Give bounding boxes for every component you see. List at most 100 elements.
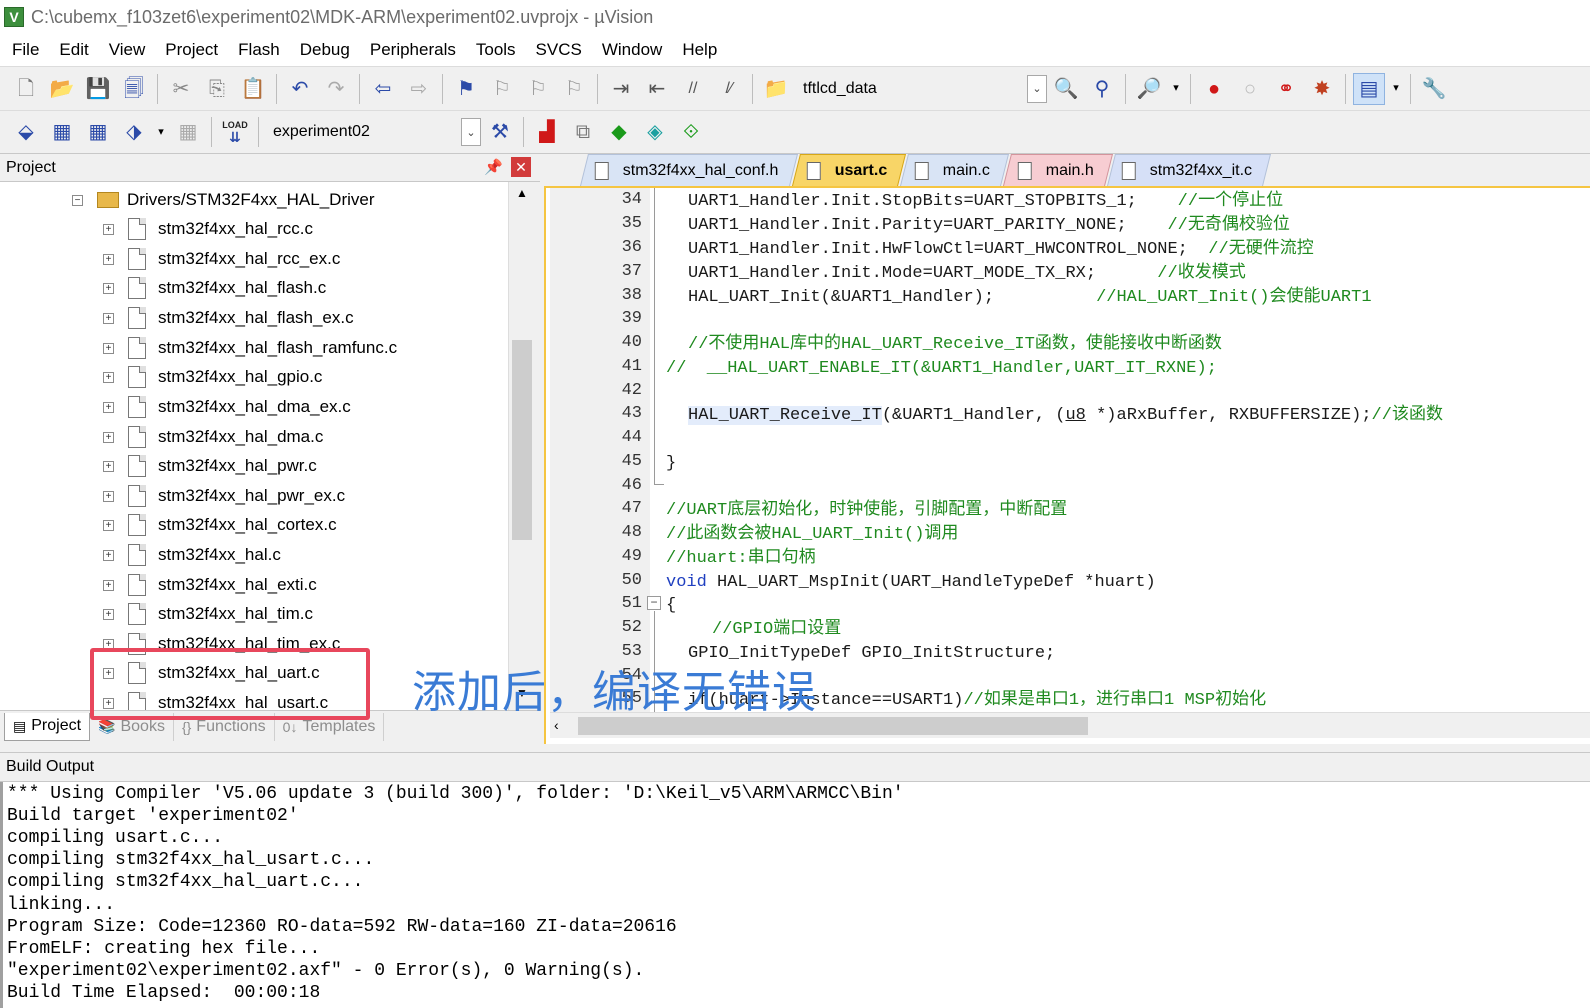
nav-back-icon[interactable]: ⇦ xyxy=(367,73,399,105)
tree-file[interactable]: + stm32f4xx_hal_pwr_ex.c xyxy=(103,481,345,511)
tree-file[interactable]: + stm32f4xx_hal_exti.c xyxy=(103,570,317,600)
find-in-files-icon[interactable]: 📁 xyxy=(760,73,792,105)
tree-file[interactable]: + stm32f4xx_hal_gpio.c xyxy=(103,362,322,392)
expand-icon[interactable]: + xyxy=(103,282,114,294)
code-editor[interactable]: 34 35 36 37 38 39 40 41 42 43 44 45 46 4… xyxy=(544,188,1590,744)
menu-project[interactable]: Project xyxy=(155,34,228,66)
next-bookmark-icon[interactable]: ⚐ xyxy=(522,73,554,105)
tree-file[interactable]: + stm32f4xx_hal_cortex.c xyxy=(103,510,337,540)
menu-file[interactable]: File xyxy=(2,34,49,66)
prev-bookmark-icon[interactable]: ⚐ xyxy=(486,73,518,105)
bookmark-icon[interactable]: ⚑ xyxy=(450,73,482,105)
menu-edit[interactable]: Edit xyxy=(49,34,98,66)
menu-help[interactable]: Help xyxy=(672,34,727,66)
collapse-icon[interactable]: − xyxy=(72,194,83,206)
wrench-icon[interactable]: 🔧 xyxy=(1418,73,1450,105)
menu-view[interactable]: View xyxy=(99,34,156,66)
batch-build-icon[interactable]: ⬗ xyxy=(118,116,150,148)
tab-stm32f4xx-it-c[interactable]: stm32f4xx_it.c xyxy=(1107,154,1272,186)
tab-templates[interactable]: 0↓ Templates xyxy=(275,712,385,741)
tree-file[interactable]: + stm32f4xx_hal_flash_ramfunc.c xyxy=(103,333,397,363)
open-folder-icon[interactable]: 📂 xyxy=(46,73,78,105)
tab-main-h[interactable]: main.h xyxy=(1003,154,1114,186)
expand-icon[interactable]: + xyxy=(103,342,114,354)
new-file-icon[interactable]: 🗋 xyxy=(10,73,42,105)
tab-books[interactable]: 📚 Books xyxy=(90,712,174,741)
expand-icon[interactable]: + xyxy=(103,490,114,502)
expand-icon[interactable]: + xyxy=(103,431,114,443)
expand-icon[interactable]: + xyxy=(103,549,114,561)
rebuild-icon[interactable]: ▦ xyxy=(82,116,114,148)
window-layout-dropdown-icon[interactable]: ▾ xyxy=(1389,73,1403,105)
cut-icon[interactable]: ✂ xyxy=(165,73,197,105)
scroll-up-icon[interactable]: ▲ xyxy=(509,186,535,208)
kill-all-breakpoints-icon[interactable]: ✸ xyxy=(1306,73,1338,105)
translate-icon[interactable]: ⬙ xyxy=(10,116,42,148)
expand-icon[interactable]: + xyxy=(103,401,114,413)
pack-installer-icon[interactable]: ◈ xyxy=(639,116,671,148)
close-icon[interactable]: ✕ xyxy=(511,157,531,177)
scroll-left-icon[interactable]: ‹ xyxy=(554,717,559,733)
pin-icon[interactable]: 📌 xyxy=(484,158,503,176)
tab-project[interactable]: ▤ Project xyxy=(4,712,91,741)
menu-svcs[interactable]: SVCS xyxy=(526,34,592,66)
stop-build-icon[interactable]: ▦ xyxy=(172,116,204,148)
indent-icon[interactable]: ⇥ xyxy=(605,73,637,105)
clear-bookmarks-icon[interactable]: ⚐ xyxy=(558,73,590,105)
save-icon[interactable]: 💾 xyxy=(82,73,114,105)
expand-icon[interactable]: + xyxy=(103,697,114,709)
expand-icon[interactable]: + xyxy=(103,667,114,679)
tab-main-c[interactable]: main.c xyxy=(900,154,1010,186)
manage-project-icon[interactable]: ▟ xyxy=(531,116,563,148)
batch-build-dropdown-icon[interactable]: ▾ xyxy=(154,116,168,148)
tree-file[interactable]: + stm32f4xx_hal_flash.c xyxy=(103,273,326,303)
expand-icon[interactable]: + xyxy=(103,253,114,265)
chevron-down-icon[interactable]: ⌄ xyxy=(461,118,481,146)
debug-dropdown-icon[interactable]: ▾ xyxy=(1169,73,1183,105)
scrollbar-thumb[interactable] xyxy=(578,717,1088,735)
tree-file[interactable]: + stm32f4xx_hal_rcc.c xyxy=(103,214,313,244)
unindent-icon[interactable]: ⇤ xyxy=(641,73,673,105)
expand-icon[interactable]: + xyxy=(103,638,114,650)
download-icon[interactable]: LOAD ⇊ xyxy=(219,116,251,148)
chevron-down-icon[interactable]: ⌄ xyxy=(1027,74,1047,103)
tree-file[interactable]: + stm32f4xx_hal_dma_ex.c xyxy=(103,392,351,422)
scrollbar-thumb[interactable] xyxy=(512,340,532,540)
find-icon[interactable]: 🔍 xyxy=(1050,73,1082,105)
tab-stm32f4xx-hal-conf-h[interactable]: stm32f4xx_hal_conf.h xyxy=(580,154,798,186)
expand-icon[interactable]: + xyxy=(103,460,114,472)
copy-icon[interactable]: ⎘ xyxy=(201,73,233,105)
find-combo[interactable]: tftlcd_data ⌄ xyxy=(794,74,1048,104)
tree-file[interactable]: + stm32f4xx_hal_flash_ex.c xyxy=(103,303,354,333)
debug-icon[interactable]: 🔎 xyxy=(1133,73,1165,105)
menu-flash[interactable]: Flash xyxy=(228,34,290,66)
tab-functions[interactable]: {} Functions xyxy=(174,712,275,741)
uncomment-icon[interactable]: /⁄ xyxy=(713,73,745,105)
expand-icon[interactable]: + xyxy=(103,371,114,383)
breakpoint-icon[interactable]: ● xyxy=(1198,73,1230,105)
scroll-down-icon[interactable]: ▼ xyxy=(509,686,535,708)
menu-tools[interactable]: Tools xyxy=(466,34,526,66)
redo-icon[interactable]: ↷ xyxy=(320,73,352,105)
fold-collapse-icon[interactable]: − xyxy=(647,596,661,610)
build-icon[interactable]: ▦ xyxy=(46,116,78,148)
editor-horizontal-scrollbar[interactable]: ‹ xyxy=(550,712,1590,738)
incremental-find-icon[interactable]: ⚲ xyxy=(1086,73,1118,105)
paste-icon[interactable]: 📋 xyxy=(237,73,269,105)
menu-window[interactable]: Window xyxy=(592,34,672,66)
tree-file[interactable]: + stm32f4xx_hal_tim.c xyxy=(103,599,313,629)
run-time-env-icon[interactable]: ◆ xyxy=(603,116,635,148)
comment-icon[interactable]: // xyxy=(677,73,709,105)
tree-folder-hal-driver[interactable]: − Drivers/STM32F4xx_HAL_Driver xyxy=(72,185,375,215)
menu-peripherals[interactable]: Peripherals xyxy=(360,34,466,66)
expand-icon[interactable]: + xyxy=(103,312,114,324)
expand-icon[interactable]: + xyxy=(103,579,114,591)
undo-icon[interactable]: ↶ xyxy=(284,73,316,105)
tree-file-uart[interactable]: + stm32f4xx_hal_uart.c xyxy=(103,658,320,688)
nav-forward-icon[interactable]: ⇨ xyxy=(403,73,435,105)
expand-icon[interactable]: + xyxy=(103,223,114,235)
save-all-icon[interactable]: 🗐 xyxy=(118,73,150,105)
tree-file[interactable]: + stm32f4xx_hal_pwr.c xyxy=(103,451,317,481)
target-options-icon[interactable]: ⚒ xyxy=(484,116,516,148)
disable-all-breakpoints-icon[interactable]: ⚭ xyxy=(1270,73,1302,105)
